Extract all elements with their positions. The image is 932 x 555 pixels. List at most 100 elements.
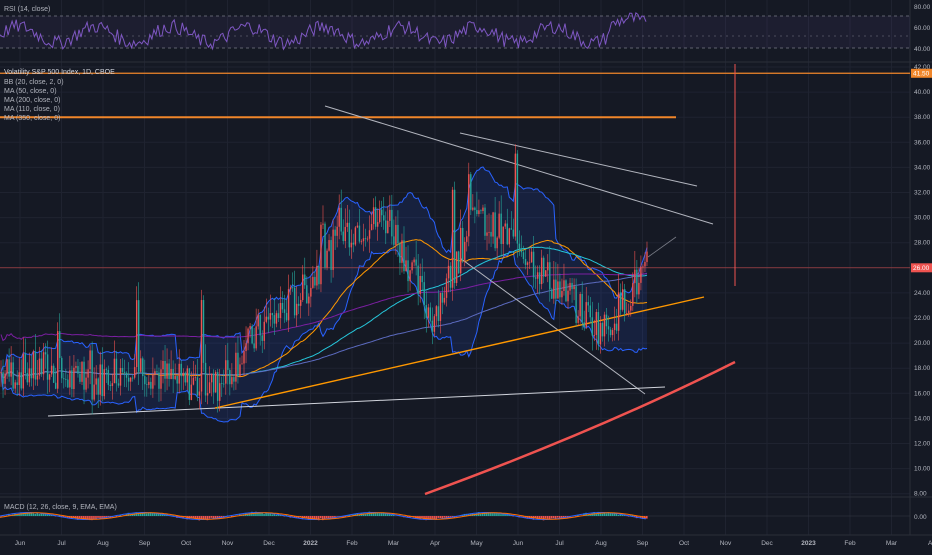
candle-body xyxy=(590,305,591,317)
candle-body xyxy=(377,222,378,227)
candle-body xyxy=(114,359,115,383)
candle-body xyxy=(424,282,425,305)
candle-body xyxy=(341,208,342,232)
candle-body xyxy=(31,368,32,378)
candle-body xyxy=(75,366,76,368)
candle-body xyxy=(170,369,171,379)
candle-body xyxy=(571,283,572,289)
curve-red-projection[interactable] xyxy=(425,362,735,494)
candle-body xyxy=(237,353,238,377)
candle-body xyxy=(324,224,325,268)
time-tick: Dec xyxy=(761,540,773,547)
macd-bar xyxy=(646,516,648,519)
candle-body xyxy=(401,240,402,263)
time-axis: JunJulAugSepOctNovDec2022FebMarAprMayJun… xyxy=(15,540,932,547)
candle-body xyxy=(203,300,204,363)
candle-body xyxy=(160,369,161,389)
price-tick: 28.00 xyxy=(914,240,931,247)
candle-body xyxy=(37,376,38,380)
candle-body xyxy=(49,374,50,379)
candle-body xyxy=(302,275,303,300)
trendline-upper-2[interactable] xyxy=(460,133,697,186)
macd-bar xyxy=(263,514,265,516)
macd-label: MACD (12, 26, close, 9, EMA, EMA) xyxy=(4,504,117,511)
candle-body xyxy=(209,382,210,393)
macd-bar xyxy=(271,514,273,516)
candle-body xyxy=(383,215,384,220)
time-tick: 2022 xyxy=(303,540,318,547)
candle-body xyxy=(292,287,293,288)
candle-body xyxy=(183,373,184,376)
candle-body xyxy=(517,154,518,244)
macd-bar xyxy=(618,515,620,516)
macd-bar xyxy=(431,516,433,518)
time-tick: Apr xyxy=(928,540,932,547)
macd-bar xyxy=(500,514,502,516)
candle-body xyxy=(393,236,394,244)
candle-body xyxy=(355,227,356,244)
candle-body xyxy=(332,230,333,270)
time-tick: Aug xyxy=(97,540,109,547)
price-badge-41-text: 41.50 xyxy=(913,71,930,78)
candle-body xyxy=(369,230,370,239)
candle-body xyxy=(98,378,99,394)
rsi-label: RSI (14, close) xyxy=(4,6,50,13)
candle-body xyxy=(102,364,103,396)
legend-ma350[interactable]: MA (350, close, 0) xyxy=(4,115,60,122)
candle-body xyxy=(231,377,232,384)
candle-body xyxy=(407,260,408,281)
candle-body xyxy=(12,362,13,388)
candle-body xyxy=(187,368,188,382)
macd-bar xyxy=(389,515,391,516)
macd-bar xyxy=(551,516,553,518)
legend-symbol-title[interactable]: Volatility S&P 500 Index, 1D, CBOE xyxy=(4,69,115,76)
macd-bar xyxy=(492,513,494,516)
candle-body xyxy=(241,363,242,364)
macd-bar xyxy=(545,516,547,518)
price-tick: 22.00 xyxy=(914,315,931,322)
candle-body xyxy=(130,378,131,382)
candle-body xyxy=(480,210,481,211)
macd-bar xyxy=(326,516,328,518)
candle-body xyxy=(454,190,455,283)
candle-body xyxy=(152,374,153,389)
candle-body xyxy=(513,230,514,237)
candle-body xyxy=(391,210,392,237)
candle-body xyxy=(351,243,352,248)
time-tick: Dec xyxy=(263,540,275,547)
legend-ma110[interactable]: MA (110, close, 0) xyxy=(4,106,60,113)
candle-body xyxy=(308,297,309,304)
price-tick: 8.00 xyxy=(914,491,927,498)
legend-bb[interactable]: BB (20, close, 2, 0) xyxy=(4,79,64,86)
candle-body xyxy=(63,378,64,379)
time-tick: Sep xyxy=(139,540,151,547)
price-tick: 34.00 xyxy=(914,164,931,171)
candle-body xyxy=(385,221,386,234)
candle-body xyxy=(304,275,305,286)
candle-body xyxy=(496,238,497,249)
candle-body xyxy=(486,232,487,235)
candle-body xyxy=(446,278,447,298)
legend-ma50[interactable]: MA (50, close, 0) xyxy=(4,88,57,95)
candle-body xyxy=(158,373,159,389)
candle-body xyxy=(124,372,125,373)
time-tick: Oct xyxy=(679,540,689,547)
candle-body xyxy=(634,270,635,283)
time-tick: Jun xyxy=(15,540,26,547)
price-tick: 18.00 xyxy=(914,365,931,372)
candle-body xyxy=(503,227,504,244)
candle-body xyxy=(434,316,435,332)
candle-body xyxy=(478,210,479,214)
candle-body xyxy=(529,262,530,263)
rsi-axis: 80.00 60.00 40.00 xyxy=(914,4,931,53)
candle-body xyxy=(223,384,224,385)
candle-body xyxy=(626,313,627,314)
candle-body xyxy=(205,363,206,396)
price-tick: 36.00 xyxy=(914,139,931,146)
candle-body xyxy=(21,372,22,388)
legend-ma200[interactable]: MA (200, close, 0) xyxy=(4,97,60,104)
candle-body xyxy=(505,224,506,227)
candle-body xyxy=(436,306,437,316)
candle-body xyxy=(444,298,445,303)
candle-body xyxy=(280,303,281,318)
